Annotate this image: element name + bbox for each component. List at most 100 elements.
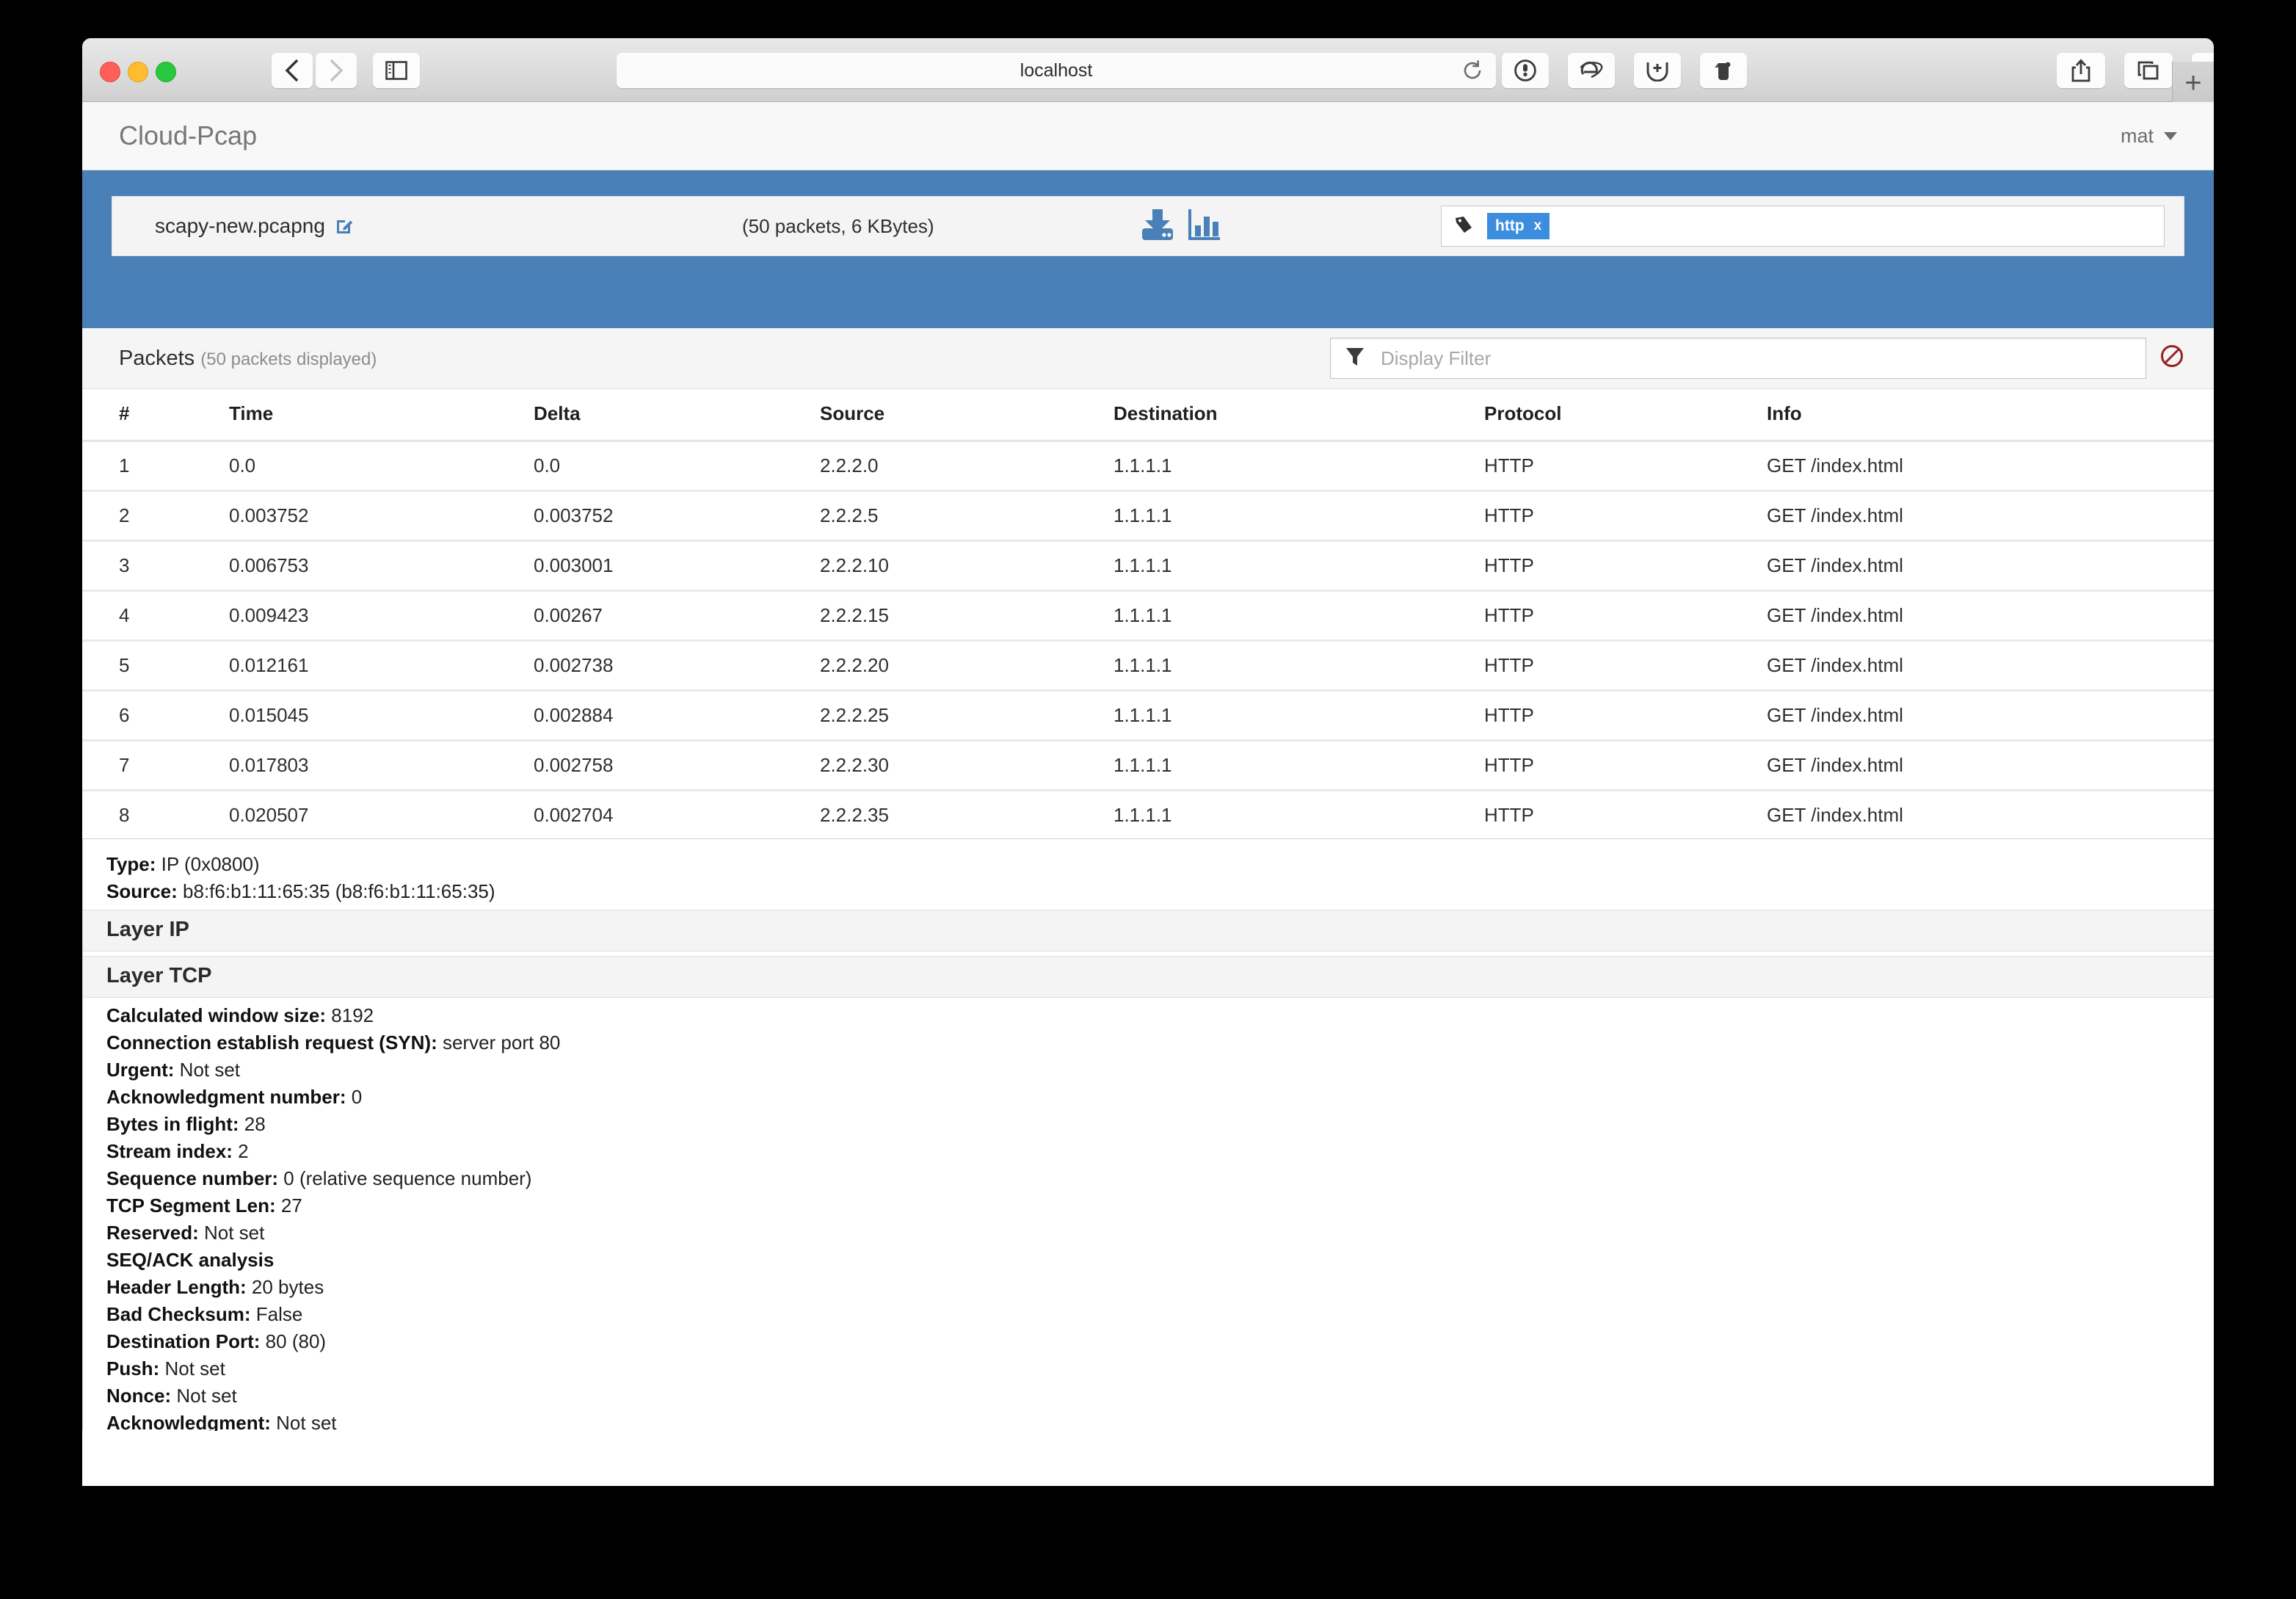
packet-stats: (50 packets, 6 KBytes): [742, 214, 934, 237]
maximize-window-button[interactable]: [156, 62, 176, 82]
layer-tcp-header[interactable]: Layer TCP: [83, 956, 2214, 998]
cell-delta: 0.003001: [534, 540, 820, 592]
sidebar-toggle-button[interactable]: [373, 53, 420, 88]
detail-field-label: Header Length:: [106, 1276, 247, 1298]
back-button[interactable]: [272, 53, 313, 88]
tags-input[interactable]: http x: [1441, 206, 2165, 247]
reload-icon: [1464, 60, 1481, 79]
evernote-extension-button[interactable]: [1700, 53, 1747, 88]
tcp-fields: Calculated window size: 8192 Connection e…: [83, 1002, 2214, 1431]
minimize-window-button[interactable]: [128, 62, 148, 82]
column-header-delta[interactable]: Delta: [534, 389, 820, 442]
column-header-source[interactable]: Source: [820, 389, 1114, 442]
detail-field-label: Push:: [106, 1357, 160, 1379]
display-filter-wrap: Display Filter: [1330, 338, 2184, 379]
detail-field-label: SEQ/ACK analysis: [106, 1249, 275, 1271]
detail-field-value: Not set: [270, 1412, 337, 1431]
packets-heading: Packets (50 packets displayed): [119, 347, 377, 371]
table-row[interactable]: 5 0.012161 0.002738 2.2.2.20 1.1.1.1 HTTP GET …: [82, 640, 2214, 692]
display-filter-input[interactable]: Display Filter: [1330, 338, 2146, 379]
tag-remove-button[interactable]: x: [1534, 218, 1542, 234]
cell-info: GET /index.html: [1767, 540, 2214, 592]
close-window-button[interactable]: [100, 62, 120, 82]
column-header-time[interactable]: Time: [229, 389, 534, 442]
browser-extension-button[interactable]: [1568, 53, 1615, 88]
table-row[interactable]: 2 0.003752 0.003752 2.2.2.5 1.1.1.1 HTTP GET /…: [82, 490, 2214, 542]
bar-chart-icon[interactable]: [1187, 208, 1221, 245]
cell-protocol: HTTP: [1484, 590, 1767, 642]
edit-pencil-icon[interactable]: [335, 217, 354, 236]
cell-num: 2: [82, 490, 229, 542]
cell-time: 0.017803: [229, 740, 534, 791]
cell-destination: 1.1.1.1: [1114, 740, 1484, 791]
detail-field: Source: b8:f6:b1:11:65:35 (b8:f6:b1:11:6…: [83, 878, 2214, 905]
file-actions: [1138, 208, 1221, 245]
cell-destination: 1.1.1.1: [1114, 490, 1484, 542]
detail-field: Push: Not set: [83, 1355, 2214, 1382]
cell-delta: 0.00267: [534, 590, 820, 642]
cell-protocol: HTTP: [1484, 490, 1767, 542]
cell-destination: 1.1.1.1: [1114, 440, 1484, 492]
page-content: Cloud-Pcap mat scapy-new.pcapng (50 pack…: [82, 102, 2214, 1486]
browser-window: localhost + Cloud-Pcap mat scapy-new.pca…: [82, 38, 2214, 1486]
address-bar[interactable]: localhost: [617, 53, 1496, 88]
table-row[interactable]: 1 0.0 0.0 2.2.2.0 1.1.1.1 HTTP GET /index.html: [82, 440, 2214, 492]
forward-button[interactable]: [316, 53, 357, 88]
detail-field-value: 8192: [326, 1004, 374, 1026]
packets-heading-main: Packets: [119, 346, 195, 370]
cell-destination: 1.1.1.1: [1114, 690, 1484, 742]
ethernet-fields: Type: IP (0x0800) Source: b8:f6:b1:11:65:…: [83, 851, 2214, 905]
table-row[interactable]: 6 0.015045 0.002884 2.2.2.25 1.1.1.1 HTTP GET …: [82, 690, 2214, 742]
new-tab-label: +: [2184, 67, 2202, 99]
table-row[interactable]: 8 0.020507 0.002704 2.2.2.35 1.1.1.1 HTTP GET …: [82, 790, 2214, 841]
detail-field: Acknowledgment: Not set: [83, 1410, 2214, 1431]
detail-field-value: IP (0x0800): [156, 853, 260, 875]
column-header-protocol[interactable]: Protocol: [1484, 389, 1767, 442]
sidebar-icon: [385, 61, 407, 80]
column-header-destination[interactable]: Destination: [1114, 389, 1484, 442]
tab-overview-button[interactable]: [2124, 53, 2173, 88]
cell-num: 6: [82, 690, 229, 742]
detail-field-label: Calculated window size:: [106, 1004, 327, 1026]
onepassword-extension-button[interactable]: [1502, 53, 1549, 88]
clear-filter-icon[interactable]: [2159, 344, 2184, 373]
cell-delta: 0.0: [534, 440, 820, 492]
packets-heading-sub: (50 packets displayed): [200, 349, 377, 369]
cell-protocol: HTTP: [1484, 690, 1767, 742]
new-tab-button[interactable]: +: [2172, 62, 2214, 104]
detail-field-value: 27: [275, 1194, 302, 1217]
reload-button[interactable]: [1452, 53, 1493, 88]
pocket-extension-button[interactable]: [1634, 53, 1681, 88]
user-menu[interactable]: mat: [2121, 125, 2177, 148]
column-header-info[interactable]: Info: [1767, 389, 2214, 442]
cell-time: 0.009423: [229, 590, 534, 642]
table-row[interactable]: 4 0.009423 0.00267 2.2.2.15 1.1.1.1 HTTP GET /…: [82, 590, 2214, 642]
detail-field-label: Connection establish request (SYN):: [106, 1031, 437, 1054]
cell-protocol: HTTP: [1484, 440, 1767, 492]
download-file-icon[interactable]: [1138, 208, 1177, 245]
detail-field-value: Not set: [159, 1357, 225, 1379]
cell-time: 0.012161: [229, 640, 534, 692]
cell-source: 2.2.2.0: [820, 440, 1114, 492]
clipped-detail-line: [83, 839, 2214, 851]
detail-field-label: TCP Segment Len:: [106, 1194, 276, 1217]
packet-detail-pane[interactable]: Type: IP (0x0800) Source: b8:f6:b1:11:65:…: [82, 838, 2214, 1431]
cell-protocol: HTTP: [1484, 790, 1767, 841]
detail-field: Nonce: Not set: [83, 1382, 2214, 1410]
cell-source: 2.2.2.20: [820, 640, 1114, 692]
tag-chip-http[interactable]: http x: [1487, 213, 1550, 239]
cell-source: 2.2.2.35: [820, 790, 1114, 841]
layer-ip-header[interactable]: Layer IP: [83, 910, 2214, 951]
pocket-icon: [1646, 62, 1668, 81]
detail-field-value: Not set: [171, 1385, 237, 1407]
share-button[interactable]: [2057, 53, 2105, 88]
table-row[interactable]: 7 0.017803 0.002758 2.2.2.30 1.1.1.1 HTTP GET …: [82, 740, 2214, 791]
cell-info: GET /index.html: [1767, 790, 2214, 841]
funnel-icon: [1345, 347, 1365, 371]
detail-field: Bad Checksum: False: [83, 1301, 2214, 1328]
packets-table-wrap[interactable]: # Time Delta Source Destination Protocol…: [82, 389, 2214, 844]
column-header-num[interactable]: #: [82, 389, 229, 442]
table-row[interactable]: 3 0.006753 0.003001 2.2.2.10 1.1.1.1 HTTP GET …: [82, 540, 2214, 592]
cell-source: 2.2.2.25: [820, 690, 1114, 742]
cell-destination: 1.1.1.1: [1114, 590, 1484, 642]
